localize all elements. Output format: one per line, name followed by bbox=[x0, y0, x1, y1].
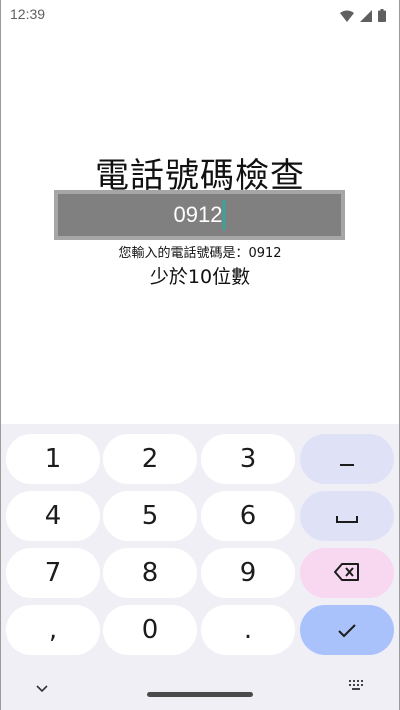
wifi-icon bbox=[340, 7, 354, 26]
key-6[interactable]: 6 bbox=[201, 491, 295, 541]
keyboard-switch-icon[interactable] bbox=[348, 676, 364, 695]
key-1[interactable]: 1 bbox=[6, 434, 100, 484]
phone-input-inner[interactable]: 0912 bbox=[58, 194, 341, 236]
key-0[interactable]: 0 bbox=[103, 605, 197, 655]
status-icons bbox=[340, 7, 386, 26]
key-7[interactable]: 7 bbox=[6, 548, 100, 598]
checkmark-icon bbox=[338, 615, 356, 645]
key-minus[interactable] bbox=[300, 434, 394, 484]
backspace-icon bbox=[334, 558, 360, 588]
home-gesture-handle[interactable] bbox=[147, 692, 253, 697]
text-caret bbox=[223, 200, 226, 230]
space-icon bbox=[336, 501, 358, 531]
phone-input-value[interactable]: 0912 bbox=[174, 200, 226, 230]
key-3[interactable]: 3 bbox=[201, 434, 295, 484]
key-8[interactable]: 8 bbox=[103, 548, 197, 598]
key-space[interactable] bbox=[300, 491, 394, 541]
status-time: 12:39 bbox=[10, 6, 46, 22]
key-done[interactable] bbox=[300, 605, 394, 655]
key-9[interactable]: 9 bbox=[201, 548, 295, 598]
entered-number-label: 您輸入的電話號碼是：0912 bbox=[118, 246, 282, 261]
phone-input-field[interactable]: 0912 bbox=[54, 190, 345, 240]
battery-icon bbox=[378, 7, 386, 26]
status-bar: 12:39 bbox=[0, 0, 400, 28]
key-2[interactable]: 2 bbox=[103, 434, 197, 484]
chevron-down-icon[interactable] bbox=[36, 678, 48, 697]
validation-result: 少於10位數 bbox=[149, 266, 251, 288]
navigation-bar bbox=[0, 660, 400, 710]
key-backspace[interactable] bbox=[300, 548, 394, 598]
key-4[interactable]: 4 bbox=[6, 491, 100, 541]
phone-input-text: 0912 bbox=[173, 202, 223, 227]
key-period[interactable]: . bbox=[201, 605, 295, 655]
minus-icon bbox=[340, 444, 354, 474]
key-5[interactable]: 5 bbox=[103, 491, 197, 541]
signal-icon bbox=[360, 7, 372, 26]
key-comma[interactable]: , bbox=[6, 605, 100, 655]
